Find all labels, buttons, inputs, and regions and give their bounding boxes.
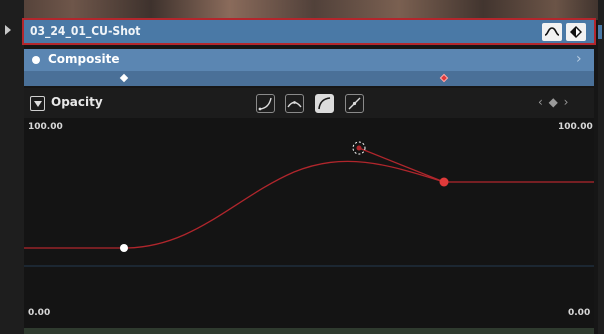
ease-peak-icon[interactable] [285, 94, 304, 113]
keyframe-navigation[interactable]: ‹ ◆ › [538, 95, 569, 109]
next-track-strip [24, 328, 594, 334]
opacity-curve-header: Opacity ‹ ◆ › [24, 88, 594, 118]
keyframe-point[interactable] [120, 244, 128, 252]
keyframe-point-selected[interactable] [439, 177, 449, 187]
opacity-curve[interactable] [24, 160, 594, 249]
composite-keyframe-track[interactable] [24, 71, 594, 86]
linear-icon[interactable] [345, 94, 364, 113]
clip-title-bar[interactable]: 03_24_01_CU-Shot [22, 18, 596, 45]
clip-name: 03_24_01_CU-Shot [30, 24, 141, 38]
bezier-handle-line [358, 147, 445, 183]
composite-label: Composite [48, 52, 120, 66]
timeline-left-gutter [0, 0, 24, 334]
opacity-toggle[interactable] [30, 96, 45, 111]
keyframe-marker[interactable] [119, 73, 129, 83]
adjacent-clip-edge [598, 25, 602, 39]
ease-out-icon[interactable] [315, 94, 334, 113]
clip-thumbnail-strip [0, 0, 604, 20]
chevron-right-icon[interactable]: › [576, 51, 582, 67]
keyframe-marker-selected[interactable] [439, 73, 449, 83]
opacity-curve-graph[interactable]: 100.00 100.00 0.00 0.00 [24, 118, 594, 328]
composite-dot-icon [32, 56, 40, 64]
timeline-right-gutter [598, 0, 604, 334]
keyframe-diamond-icon[interactable] [566, 23, 586, 41]
opacity-label: Opacity [51, 95, 103, 109]
curve-icon[interactable] [542, 23, 562, 41]
curve-canvas[interactable] [24, 118, 594, 328]
bezier-handle-dot[interactable] [356, 145, 362, 151]
ease-in-icon[interactable] [256, 94, 275, 113]
collapse-arrow-icon[interactable] [5, 25, 11, 35]
composite-track-header[interactable]: Composite › [24, 49, 594, 71]
